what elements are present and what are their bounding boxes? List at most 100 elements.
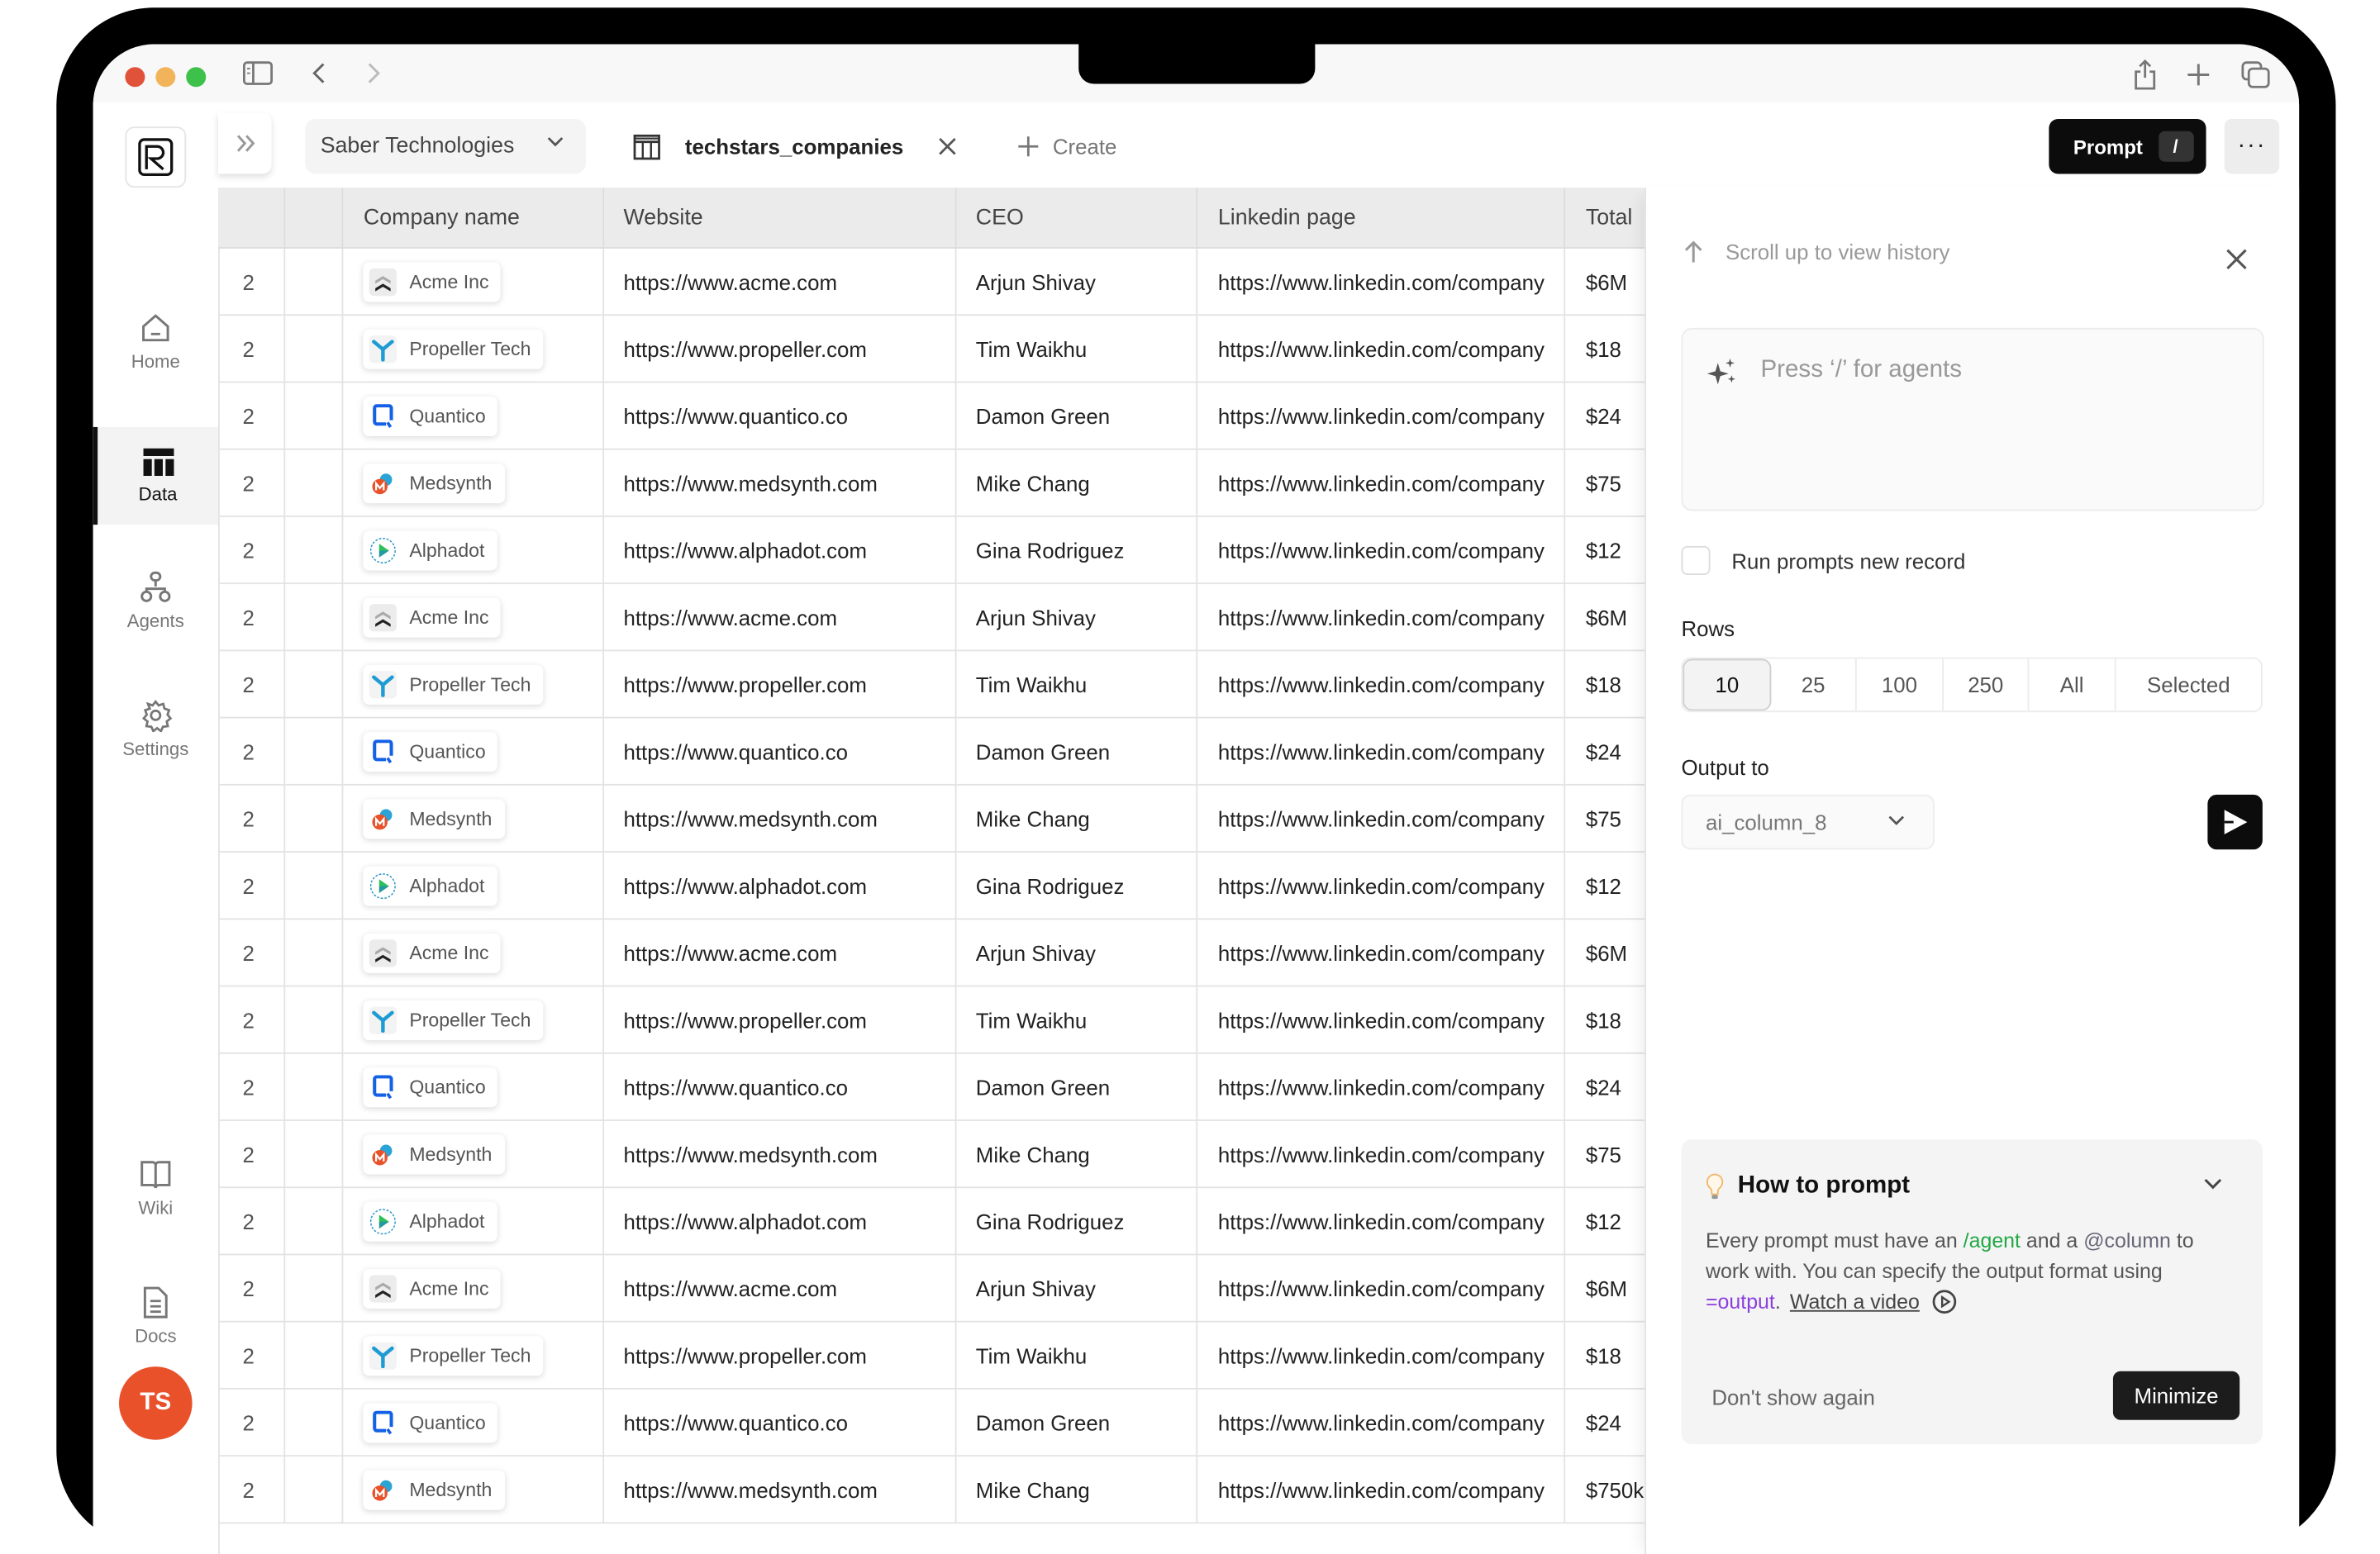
ceo-cell[interactable]: Arjun Shivay: [954, 583, 1198, 652]
row-select-cell[interactable]: [283, 583, 344, 652]
table-row[interactable]: 2 Alphadot https://www.alphadot.com Gina Ro…: [217, 852, 1683, 920]
company-chip[interactable]: Medsynth: [363, 798, 505, 839]
row-select-cell[interactable]: [283, 784, 344, 853]
minimize-window-button[interactable]: [155, 67, 176, 88]
company-chip[interactable]: Acme Inc: [363, 261, 502, 302]
company-name-cell[interactable]: Acme Inc: [343, 1254, 604, 1323]
website-cell[interactable]: https://www.quantico.co: [602, 1053, 956, 1121]
table-row[interactable]: 2 Medsynth https://www.medsynth.com Mike Ch…: [217, 449, 1683, 517]
website-cell[interactable]: https://www.alphadot.com: [602, 852, 956, 920]
row-select-cell[interactable]: [283, 247, 344, 316]
app-logo[interactable]: [125, 126, 187, 188]
run-prompts-checkbox[interactable]: Run prompts new record: [1681, 545, 1965, 575]
linkedin-cell[interactable]: https://www.linkedin.com/company: [1197, 1388, 1566, 1457]
ceo-cell[interactable]: Damon Green: [954, 717, 1198, 786]
website-cell[interactable]: https://www.acme.com: [602, 1254, 956, 1323]
linkedin-cell[interactable]: https://www.linkedin.com/company: [1197, 315, 1566, 383]
ceo-cell[interactable]: Arjun Shivay: [954, 1254, 1198, 1323]
website-cell[interactable]: https://www.quantico.co: [602, 382, 956, 450]
checkbox[interactable]: [1681, 545, 1711, 575]
column-header-company-name[interactable]: Company name: [343, 188, 604, 249]
website-cell[interactable]: https://www.propeller.com: [602, 650, 956, 719]
website-cell[interactable]: https://www.medsynth.com: [602, 784, 956, 853]
prompt-input[interactable]: Press ‘/’ for agents: [1681, 327, 2264, 511]
row-select-cell[interactable]: [283, 516, 344, 585]
ceo-cell[interactable]: Arjun Shivay: [954, 919, 1198, 987]
linkedin-cell[interactable]: https://www.linkedin.com/company: [1197, 1456, 1566, 1524]
ceo-cell[interactable]: Tim Waikhu: [954, 650, 1198, 719]
company-name-cell[interactable]: Medsynth: [343, 1119, 604, 1189]
ceo-cell[interactable]: Gina Rodriguez: [954, 1187, 1198, 1256]
table-row[interactable]: 2 Propeller Tech https://www.propeller.com…: [217, 986, 1683, 1054]
row-select-cell[interactable]: [283, 1456, 344, 1524]
row-select-cell[interactable]: [283, 717, 344, 786]
table-row[interactable]: 2 Propeller Tech https://www.propeller.com…: [217, 1321, 1683, 1390]
website-cell[interactable]: https://www.acme.com: [602, 247, 956, 316]
rows-option-10[interactable]: 10: [1683, 658, 1772, 711]
company-name-cell[interactable]: Propeller Tech: [343, 650, 604, 719]
table-row[interactable]: 2 Acme Inc https://www.acme.com Arjun Shiva…: [217, 583, 1683, 652]
watch-video-link[interactable]: Watch a video: [1790, 1290, 1920, 1314]
website-cell[interactable]: https://www.medsynth.com: [602, 449, 956, 517]
linkedin-cell[interactable]: https://www.linkedin.com/company: [1197, 1053, 1566, 1121]
company-name-cell[interactable]: Quantico: [343, 1053, 604, 1121]
table-row[interactable]: 2 Quantico https://www.quantico.co Damon Gr…: [217, 717, 1683, 786]
linkedin-cell[interactable]: https://www.linkedin.com/company: [1197, 1187, 1566, 1256]
website-cell[interactable]: https://www.quantico.co: [602, 717, 956, 786]
website-cell[interactable]: https://www.quantico.co: [602, 1388, 956, 1457]
company-name-cell[interactable]: Alphadot: [343, 516, 604, 585]
more-options-button[interactable]: ···: [2224, 118, 2280, 174]
company-chip[interactable]: Alphadot: [363, 865, 497, 905]
sidebar-item-wiki[interactable]: Wiki: [93, 1139, 218, 1237]
company-name-cell[interactable]: Medsynth: [343, 1456, 604, 1524]
company-chip[interactable]: Quantico: [363, 396, 498, 436]
user-avatar[interactable]: TS: [118, 1366, 193, 1440]
row-select-cell[interactable]: [283, 315, 344, 383]
website-cell[interactable]: https://www.acme.com: [602, 583, 956, 652]
ceo-cell[interactable]: Gina Rodriguez: [954, 852, 1198, 920]
company-chip[interactable]: Medsynth: [363, 1469, 505, 1509]
back-icon[interactable]: [310, 61, 328, 86]
scroll-history-hint[interactable]: Scroll up to view history: [1683, 240, 1949, 264]
ceo-cell[interactable]: Mike Chang: [954, 1119, 1198, 1189]
company-chip[interactable]: Quantico: [363, 1067, 498, 1107]
rows-option-250[interactable]: 250: [1944, 658, 2030, 711]
ceo-cell[interactable]: Mike Chang: [954, 449, 1198, 517]
row-select-cell[interactable]: [283, 382, 344, 450]
company-name-cell[interactable]: Alphadot: [343, 1187, 604, 1256]
linkedin-cell[interactable]: https://www.linkedin.com/company: [1197, 717, 1566, 786]
row-select-cell[interactable]: [283, 449, 344, 517]
ceo-cell[interactable]: Tim Waikhu: [954, 1321, 1198, 1390]
sidebar-item-settings[interactable]: Settings: [93, 680, 218, 777]
linkedin-cell[interactable]: https://www.linkedin.com/company: [1197, 583, 1566, 652]
website-cell[interactable]: https://www.alphadot.com: [602, 516, 956, 585]
column-header-select[interactable]: [283, 188, 344, 249]
company-name-cell[interactable]: Quantico: [343, 382, 604, 450]
company-name-cell[interactable]: Propeller Tech: [343, 1321, 604, 1390]
website-cell[interactable]: https://www.propeller.com: [602, 315, 956, 383]
table-row[interactable]: 2 Acme Inc https://www.acme.com Arjun Shiva…: [217, 247, 1683, 316]
sidebar-item-agents[interactable]: Agents: [93, 552, 218, 649]
sidebar-item-data[interactable]: Data: [93, 426, 218, 525]
ceo-cell[interactable]: Damon Green: [954, 1053, 1198, 1121]
linkedin-cell[interactable]: https://www.linkedin.com/company: [1197, 919, 1566, 987]
table-row[interactable]: 2 Propeller Tech https://www.propeller.com…: [217, 315, 1683, 383]
expand-sidebar-button[interactable]: [217, 112, 272, 174]
workspace-select[interactable]: Saber Technologies: [305, 118, 586, 174]
linkedin-cell[interactable]: https://www.linkedin.com/company: [1197, 852, 1566, 920]
forward-icon[interactable]: [364, 61, 383, 86]
website-cell[interactable]: https://www.medsynth.com: [602, 1119, 956, 1189]
table-row[interactable]: 2 Acme Inc https://www.acme.com Arjun Shiva…: [217, 1254, 1683, 1323]
close-window-button[interactable]: [125, 67, 145, 88]
linkedin-cell[interactable]: https://www.linkedin.com/company: [1197, 449, 1566, 517]
website-cell[interactable]: https://www.medsynth.com: [602, 1456, 956, 1524]
zoom-window-button[interactable]: [186, 67, 207, 88]
linkedin-cell[interactable]: https://www.linkedin.com/company: [1197, 1321, 1566, 1390]
create-button[interactable]: Create: [1017, 122, 1116, 171]
website-cell[interactable]: https://www.propeller.com: [602, 1321, 956, 1390]
minimize-button[interactable]: Minimize: [2112, 1371, 2240, 1420]
company-chip[interactable]: Quantico: [363, 731, 498, 772]
share-icon[interactable]: [2131, 59, 2159, 90]
linkedin-cell[interactable]: https://www.linkedin.com/company: [1197, 516, 1566, 585]
table-row[interactable]: 2 Quantico https://www.quantico.co Damon Gr…: [217, 1053, 1683, 1121]
